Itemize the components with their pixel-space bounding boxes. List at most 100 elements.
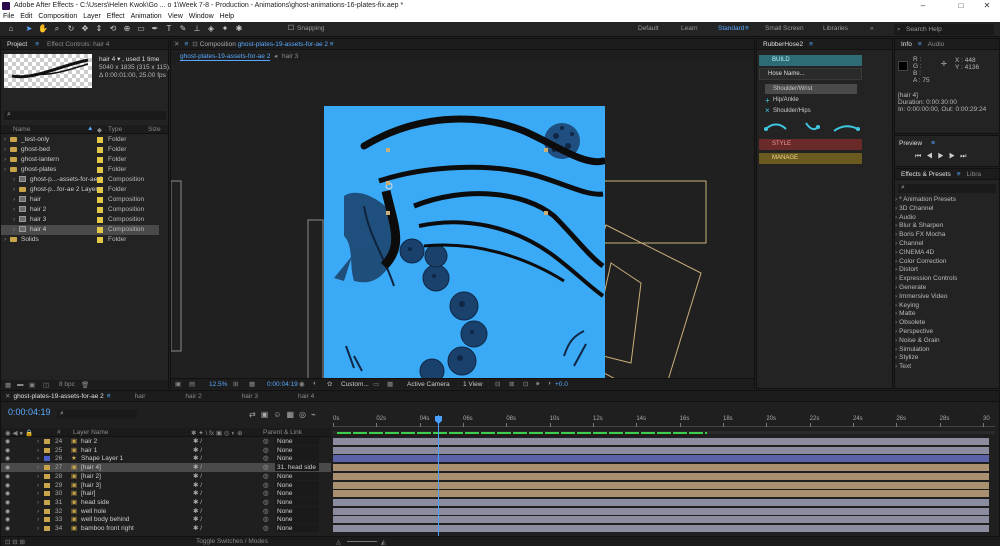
work-area-bar[interactable] [333,431,995,434]
layer-duration-bar[interactable] [333,464,989,472]
layer-duration-bar[interactable] [333,446,989,454]
effects-search-input[interactable]: ⌕ [898,184,996,193]
effect-category[interactable]: › 3D Channel [895,204,934,213]
tab-effect-controls[interactable]: Effect Controls: hair 4 [41,39,115,50]
timeline-tab[interactable]: hair 3 [222,391,278,402]
label-color-swatch[interactable] [44,456,50,462]
expand-arrow-icon[interactable]: › [13,175,15,185]
expand-arrow-icon[interactable]: › [37,437,39,446]
effect-category[interactable]: › Text [895,362,911,371]
fit-icon[interactable]: ⊞ [233,380,238,388]
pickwhip-icon[interactable]: ◎ [263,463,269,472]
menu-composition[interactable]: Composition [35,12,80,22]
comp-tab-dropdown-icon[interactable]: ≡ [330,41,334,48]
expand-arrow-icon[interactable]: › [4,165,6,175]
layer-row[interactable]: ◉ › 31 ▣ head side ✱ / ◎ None [1,497,331,507]
timeline-tab[interactable]: ✕ ghost-plates-19-assets-for-ae 2 ≡ [1,391,115,402]
toggle-switches-modes[interactable]: Toggle Switches / Modes [196,538,268,545]
hose-name-input[interactable]: Hose Name... [759,68,862,80]
project-item[interactable]: › ghost-p...for-ae 2 Layers Folder [1,185,159,195]
parent-dropdown[interactable]: None [275,437,319,445]
layer-row[interactable]: ◉ › 34 ▣ bamboo front right ✱ / ◎ None [1,524,331,533]
preset-hip-ankle[interactable]: Hip/Ankle [765,95,857,105]
layer-switches-icon[interactable]: ✱ / [193,437,202,446]
parent-dropdown[interactable]: None [275,506,319,515]
label-color-swatch[interactable] [44,526,50,531]
show-snapshot-icon[interactable]: ◐ [313,380,317,387]
layer-switches-icon[interactable]: ✱ / [193,463,202,472]
label-color-swatch[interactable] [97,147,103,153]
expand-arrow-icon[interactable]: › [37,498,39,507]
exposure-value[interactable]: +0.0 [555,381,568,388]
effect-category[interactable]: › Noise & Grain [895,336,940,345]
remove-preset-icon[interactable]: × [765,106,770,115]
first-frame-icon[interactable]: ⏮ [915,153,926,160]
expand-arrow-icon[interactable]: › [4,155,6,165]
expand-arrow-icon[interactable]: › [37,489,39,498]
effect-category[interactable]: › * Animation Presets [895,195,956,204]
timeline-menu-icon[interactable]: ≡ [107,393,111,400]
tab-info[interactable]: Info [895,39,918,50]
layer-switches-icon[interactable]: ✱ / [193,507,202,516]
menu-view[interactable]: View [165,12,186,22]
comp-tab-name[interactable]: ghost-plates-19-assets-for-ae 2 [238,41,328,48]
time-ruler[interactable]: 0s 02s 04s 06s 08s 10s 12s 14s 16s 18s 20s 22s 24s 26… [333,415,995,427]
expand-arrow-icon[interactable]: › [37,454,39,463]
snapping-checkbox[interactable]: ☐ [286,24,296,34]
workspace-standard[interactable]: Standard [718,25,744,32]
effect-category[interactable]: › CINEMA 4D [895,248,934,257]
layer-row[interactable]: ◉ › 29 ▣ [hair 3] ✱ / ◎ None [1,480,331,490]
project-item[interactable]: › hair 3 Composition [1,215,159,225]
column-type[interactable]: Type [108,126,122,133]
breadcrumb-comp[interactable]: ghost-plates-19-assets-for-ae 2 [180,53,271,61]
brush-tool-icon[interactable]: ✎ [178,24,188,34]
tab-audio[interactable]: Audio [922,39,951,50]
layer-duration-bar[interactable] [333,516,989,524]
flowchart-icon[interactable]: ⊠ [509,380,514,388]
rotate-tool-icon[interactable]: ⟲ [108,24,118,34]
menu-help[interactable]: Help [217,12,237,22]
effect-category[interactable]: › Simulation [895,345,930,354]
comp-menu-icon[interactable]: ≡ [182,39,190,50]
breadcrumb-hair3[interactable]: hair 3 [282,53,298,60]
camera-dropdown[interactable]: Active Camera [407,381,450,388]
parent-dropdown[interactable]: None [275,515,319,524]
close-tab-icon[interactable]: ✕ [171,39,182,50]
selection-tool-icon[interactable]: ➤ [24,24,34,34]
layer-duration-bar[interactable] [333,507,989,515]
shape-tool-icon[interactable]: ▭ [136,24,146,34]
interpret-footage-icon[interactable]: ▦ [5,381,11,389]
menu-animation[interactable]: Animation [128,12,165,22]
parent-dropdown[interactable]: None [275,454,319,463]
rubberhose-menu-icon[interactable]: ≡ [809,41,813,48]
footer-render-icons[interactable]: ⊡ ⊟ ⊞ [5,538,25,546]
effect-category[interactable]: › Stylize [895,353,918,362]
workspace-learn[interactable]: Learn [681,25,698,32]
pickwhip-icon[interactable]: ◎ [263,524,269,533]
project-item[interactable]: › ghost-p...-assets-for-ae 2 Composition [1,175,159,185]
fast-preview-icon[interactable]: ✷ [535,380,540,388]
pickwhip-icon[interactable]: ◎ [263,437,269,446]
label-color-swatch[interactable] [44,465,50,471]
eraser-tool-icon[interactable]: ◈ [206,24,216,34]
layer-switches-icon[interactable]: ✱ / [193,489,202,498]
playhead-line[interactable] [438,415,439,537]
menu-file[interactable]: File [0,12,17,22]
timeline-current-time[interactable]: 0:00:04:19 [8,407,51,417]
pen-tool-icon[interactable]: ✒ [150,24,160,34]
preset-shoulder-hips[interactable]: Shoulder/Hips [765,106,857,116]
effect-category[interactable]: › Generate [895,283,926,292]
views-dropdown[interactable]: 1 View [463,381,482,388]
motion-blur-icon[interactable]: ◎ [299,410,311,419]
label-color-swatch[interactable] [97,157,103,163]
layer-duration-bar[interactable] [333,472,989,480]
layer-duration-bar[interactable] [333,481,989,489]
layer-duration-bar[interactable] [333,525,989,532]
shy-icon[interactable]: ☺ [273,410,286,419]
effect-category[interactable]: › Blur & Sharpen [895,221,943,230]
label-color-swatch[interactable] [44,439,50,444]
pan-tool-icon[interactable]: ✥ [80,24,90,34]
timeline-tab[interactable]: hair 2 [165,391,221,402]
project-item[interactable]: › ghost-plates Folder [1,165,159,175]
resolution-icon[interactable]: ▤ [189,380,195,388]
